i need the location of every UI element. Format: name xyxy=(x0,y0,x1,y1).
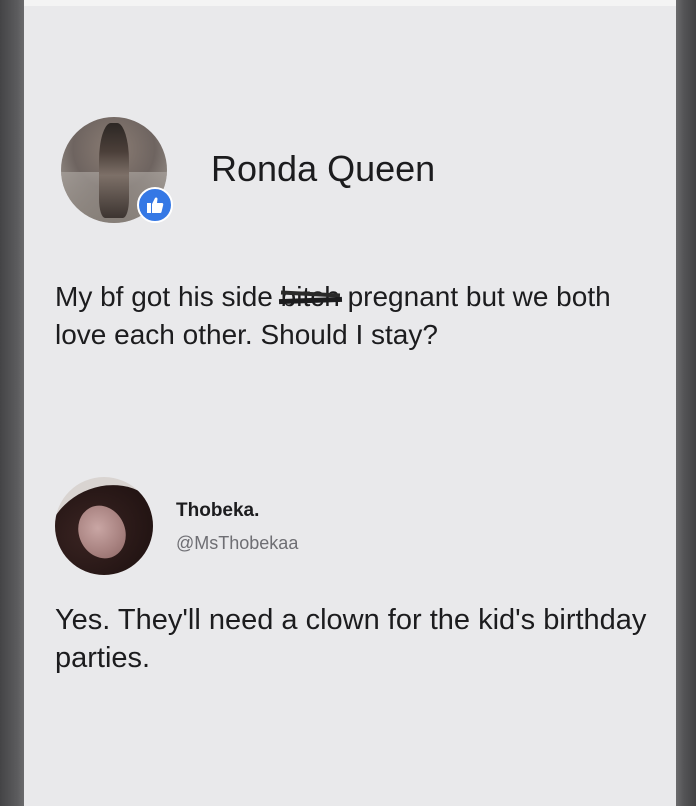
avatar-thobeka[interactable] xyxy=(55,477,153,575)
screenshot-frame: Ronda Queen My bf got his side bitch pre… xyxy=(0,0,696,806)
reply-text: Yes. They'll need a clown for the kid's … xyxy=(55,604,647,674)
like-badge xyxy=(137,187,173,223)
like-thumbs-up-icon xyxy=(147,197,164,213)
left-border xyxy=(0,0,24,806)
struck-word: bitch xyxy=(281,278,340,316)
right-border xyxy=(676,0,696,806)
reply-author-handle[interactable]: @MsThobekaa xyxy=(176,533,298,554)
reply-author-name[interactable]: Thobeka. xyxy=(176,500,259,522)
post-text: My bf got his side bitch pregnant but we… xyxy=(55,278,665,354)
author-name[interactable]: Ronda Queen xyxy=(211,148,435,190)
post-text-start: My bf got his side xyxy=(55,281,281,312)
avatar-figure xyxy=(99,123,129,218)
